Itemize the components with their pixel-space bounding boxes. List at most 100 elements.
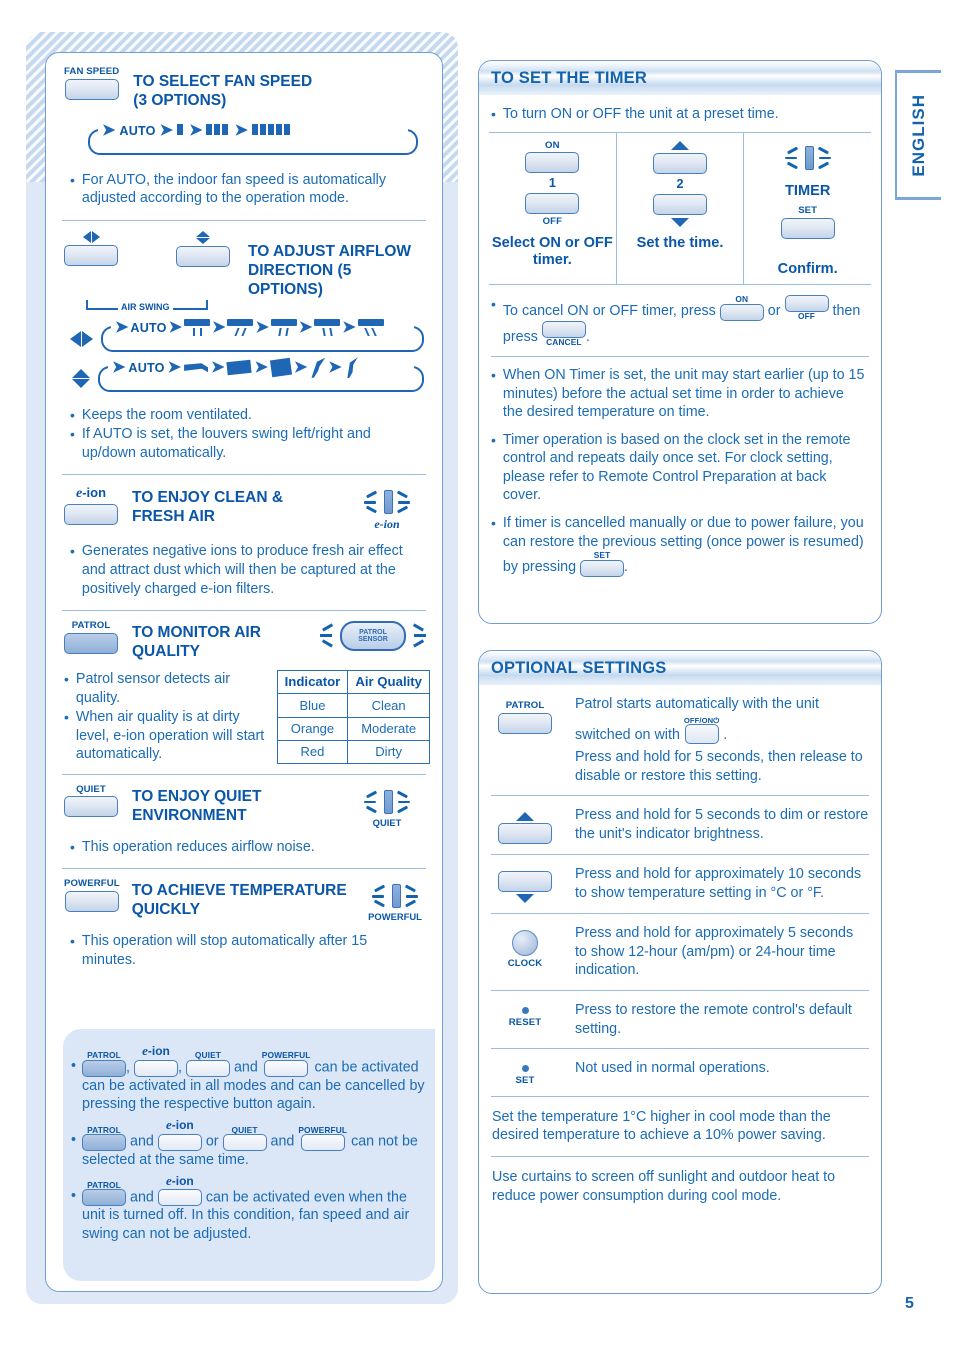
remote-button-glyph [82,1189,127,1207]
patrol-button-inline[interactable]: PATROL [82,1180,127,1207]
quiet-button-inline[interactable]: QUIET [185,1051,230,1077]
arrow-icon: ➤ [159,121,174,139]
patrol-title-line2: QUALITY [132,643,201,661]
timer-note-1: • When ON Timer is set, the unit may sta… [491,366,867,422]
off-button-inline[interactable]: OFF [784,295,829,321]
airflow-title-line2: DIRECTION (5 OPTIONS) [248,261,352,298]
reset-button[interactable]: RESET [489,1001,561,1028]
inline-button-label: e-ion [165,1117,194,1133]
remote-button-glyph [64,244,118,266]
remote-button-glyph [82,1133,127,1151]
powerful-button[interactable]: POWERFUL [64,878,120,913]
powerful-button-inline[interactable]: POWERFUL [298,1125,347,1151]
louver-position-5 [357,319,384,337]
air-swing-vertical-button[interactable] [176,230,230,267]
powerful-button-inline[interactable]: POWERFUL [261,1050,311,1077]
arrow-icon: ➤ [189,121,203,139]
fan-speed-title-line2: (3 OPTIONS) [133,91,227,109]
table-row: Orange Moderate [276,716,430,741]
timer-step-2: 2 Set the time. [615,132,744,285]
down-arrow-icon [516,894,534,904]
note-comma: , [126,1059,130,1076]
set-button[interactable] [780,217,835,239]
optional-row-temperature-unit-text: Press and hold for approximately 10 seco… [575,866,862,901]
bullet-dot: • [70,426,75,443]
patrol-button-inline[interactable]: PATROL [82,1125,127,1151]
up-down-arrow-icon [72,369,90,389]
arrow-icon: ➤ [167,358,182,376]
optional-row-reset: RESET Press to restore the remote contro… [479,991,881,1048]
column-header-air-quality: Air Quality [347,669,430,695]
eion-button-inline[interactable]: e-ion [157,1173,202,1207]
cancel-button-inline[interactable]: CANCEL [541,320,586,346]
remote-button-glyph [498,712,552,734]
fan-speed-level-3 [251,122,292,140]
note-connector-1: and [130,1133,154,1150]
eion-button[interactable]: e-ion [64,485,118,526]
clock-button[interactable]: CLOCK [489,924,561,969]
set-pinhole-button[interactable]: SET [489,1059,561,1086]
timer-note-2-text: Timer operation is based on the clock se… [502,431,851,504]
timer-step-1: ON 1 OFF Select ON or OFF timer. [489,133,616,285]
clock-button-label: CLOCK [507,958,543,970]
eion-note-text: Generates negative ions to produce fresh… [81,543,403,597]
clock-knob-icon [512,930,538,957]
optional-heading-bar: OPTIONAL SETTINGS [479,651,881,685]
note-connector-3: and [270,1133,295,1150]
optional-settings-card: OPTIONAL SETTINGS PATROL Patrol starts a… [478,650,882,1294]
eion-button-inline[interactable]: e-ion [157,1117,202,1151]
set-button-label: SET [515,1075,535,1087]
patrol-button[interactable]: PATROL [64,621,118,654]
patrol-button-inline[interactable]: PATROL [82,1051,127,1077]
language-tab-label: ENGLISH [909,93,928,177]
restore-note-part2: . [624,559,628,576]
quiet-button[interactable]: QUIET [64,785,118,818]
time-down-button[interactable] [653,193,707,215]
timer-intro-text: To turn ON or OFF the unit at a preset t… [502,106,779,122]
arrow-icon: ➤ [102,121,116,139]
step-number: 1 [548,176,556,191]
louver-position-1 [184,319,211,337]
remote-button-glyph [541,320,586,338]
power-button-inline[interactable]: OFF/ON⏻ [684,716,719,745]
cell-air-quality: Clean [347,693,430,718]
arrow-icon: ➤ [328,358,342,376]
time-up-button[interactable] [653,152,707,174]
down-arrow-button[interactable] [489,865,561,904]
remote-button-glyph [498,871,552,893]
fan-speed-auto-label: AUTO [119,123,156,138]
bullet-dot: • [70,406,75,423]
arrow-icon: ➤ [342,318,356,336]
on-timer-button[interactable] [525,152,580,174]
bullet-dot: • [64,709,69,726]
airflow-note-2-text: If AUTO is set, the louvers swing left/r… [81,426,371,461]
patrol-text-line2: switched on with [575,726,680,743]
note-connector-1: and [130,1188,154,1205]
set-button-inline[interactable]: SET [580,551,625,577]
quiet-button-inline[interactable]: QUIET [222,1125,267,1151]
patrol-button[interactable]: PATROL [489,695,561,734]
louver-position-2 [227,319,254,337]
powerful-button-label: POWERFUL [64,878,120,890]
vertical-airflow-flow-diagram: ➤ AUTO ➤ ➤ ➤ ➤ ➤ [98,356,424,392]
timer-heading-bar: TO SET THE TIMER [479,61,881,95]
fan-speed-flow-diagram: ➤ AUTO ➤ ➤ ➤ [88,119,418,155]
step-number: 2 [676,176,684,191]
inline-button-label: POWERFUL [261,1050,311,1061]
air-swing-horizontal-button[interactable] [64,230,118,266]
inline-button-label: PATROL [87,1180,121,1190]
on-button-inline[interactable]: ON [719,295,764,321]
remote-button-glyph [784,295,829,313]
up-arrow-button[interactable] [489,806,561,845]
timer-cancel-note: • To cancel ON or OFF timer, press ON or… [479,285,881,346]
manual-page: FAN SPEED TO SELECT FAN SPEED (3 OPTIONS… [0,0,954,1354]
airflow-note-2: • If AUTO is set, the louvers swing left… [70,425,424,462]
vane-position-4 [311,357,326,378]
fan-speed-button[interactable]: FAN SPEED [64,67,119,100]
eion-button-inline[interactable]: e-ion [133,1043,178,1077]
off-timer-button[interactable] [525,193,580,215]
table-row: Red Dirty [276,739,430,764]
optional-row-brightness: Press and hold for 5 seconds to dim or r… [479,796,881,854]
set-label: SET [798,205,818,217]
restore-note-part1: If timer is cancelled manually or due to… [502,515,864,576]
